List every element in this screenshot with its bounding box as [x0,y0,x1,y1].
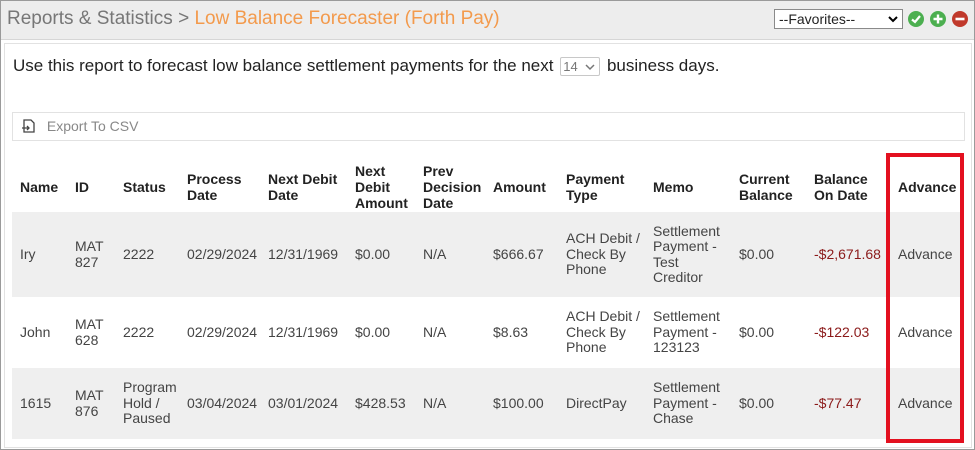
forecast-table: Name ID Status Process Date Next Debit D… [12,161,963,439]
cell-amount: $666.67 [485,212,558,297]
export-toolbar: Export To CSV [12,112,965,141]
column-header[interactable]: ID [67,161,115,212]
cell-name: 1615 [12,368,67,439]
advance-link[interactable]: Advance [890,368,963,439]
export-file-icon [22,119,35,133]
business-days-value: 14 [563,59,578,75]
cell-id: MAT 827 [67,212,115,297]
favorites-select[interactable]: --Favorites-- [774,9,903,29]
report-window: Reports & Statistics > Low Balance Forec… [0,0,975,450]
breadcrumb: Reports & Statistics > Low Balance Forec… [7,8,500,30]
minus-circle-icon[interactable] [952,11,968,27]
intro-text-before: Use this report to forecast low balance … [13,56,554,75]
cell-amount: $8.63 [485,297,558,368]
cell-process-date: 02/29/2024 [179,297,260,368]
export-csv-label: Export To CSV [46,118,139,134]
cell-name: Iry [12,212,67,297]
cell-next-debit-date: 12/31/1969 [260,297,347,368]
cell-name: John [12,297,67,368]
cell-status: 2222 [115,297,179,368]
cell-next-debit-amount: $428.53 [347,368,415,439]
cell-memo: Settlement Payment - Test Creditor [645,212,731,297]
cell-payment-type: DirectPay [558,368,645,439]
chevron-down-icon [585,64,595,71]
table-row: John MAT 628 2222 02/29/2024 12/31/1969 … [12,297,963,368]
table-row: Iry MAT 827 2222 02/29/2024 12/31/1969 $… [12,212,963,297]
cell-next-debit-date: 03/01/2024 [260,368,347,439]
advance-link[interactable]: Advance [890,212,963,297]
cell-balance-on-date: -$122.03 [806,297,890,368]
column-header[interactable]: Process Date [179,161,260,212]
cell-next-debit-date: 12/31/1969 [260,212,347,297]
chevron-down-icon [888,16,898,23]
cell-prev-decision-date: N/A [415,212,485,297]
cell-balance-on-date: -$2,671.68 [806,212,890,297]
column-header[interactable]: Next Debit Amount [347,161,415,212]
plus-circle-icon[interactable] [930,11,946,27]
table-header-row: Name ID Status Process Date Next Debit D… [12,161,963,212]
cell-process-date: 03/04/2024 [179,368,260,439]
page-title: Low Balance Forecaster (Forth Pay) [194,8,500,29]
column-header[interactable]: Next Debit Date [260,161,347,212]
cell-id: MAT 876 [67,368,115,439]
cell-current-balance: $0.00 [731,368,806,439]
table-row: 1615 MAT 876 Program Hold / Paused 03/04… [12,368,963,439]
column-header[interactable]: Status [115,161,179,212]
column-header[interactable]: Name [12,161,67,212]
cell-process-date: 02/29/2024 [179,212,260,297]
column-header[interactable]: Amount [485,161,558,212]
cell-payment-type: ACH Debit / Check By Phone [558,212,645,297]
cell-memo: Settlement Payment - Chase [645,368,731,439]
breadcrumb-parent[interactable]: Reports & Statistics [7,8,173,29]
cell-payment-type: ACH Debit / Check By Phone [558,297,645,368]
column-header[interactable]: Current Balance [731,161,806,212]
report-description: Use this report to forecast low balance … [13,56,720,77]
advance-link[interactable]: Advance [890,297,963,368]
cell-id: MAT 628 [67,297,115,368]
column-header[interactable]: Memo [645,161,731,212]
cell-status: 2222 [115,212,179,297]
column-header[interactable]: Prev Decision Date [415,161,485,212]
title-bar: Reports & Statistics > Low Balance Forec… [1,1,974,40]
export-csv-button[interactable]: Export To CSV [21,118,138,134]
cell-prev-decision-date: N/A [415,297,485,368]
cell-next-debit-amount: $0.00 [347,297,415,368]
cell-balance-on-date: -$77.47 [806,368,890,439]
check-circle-icon[interactable] [908,11,924,27]
column-header[interactable]: Advance [890,161,963,212]
column-header[interactable]: Balance On Date [806,161,890,212]
cell-current-balance: $0.00 [731,297,806,368]
intro-text-after: business days. [606,56,720,75]
cell-current-balance: $0.00 [731,212,806,297]
cell-memo: Settlement Payment - 123123 [645,297,731,368]
business-days-select[interactable]: 14 [560,57,601,77]
favorites-selected-value: --Favorites-- [779,11,856,27]
cell-next-debit-amount: $0.00 [347,212,415,297]
cell-status: Program Hold / Paused [115,368,179,439]
cell-amount: $100.00 [485,368,558,439]
cell-prev-decision-date: N/A [415,368,485,439]
column-header[interactable]: Payment Type [558,161,645,212]
breadcrumb-separator: > [178,8,190,29]
